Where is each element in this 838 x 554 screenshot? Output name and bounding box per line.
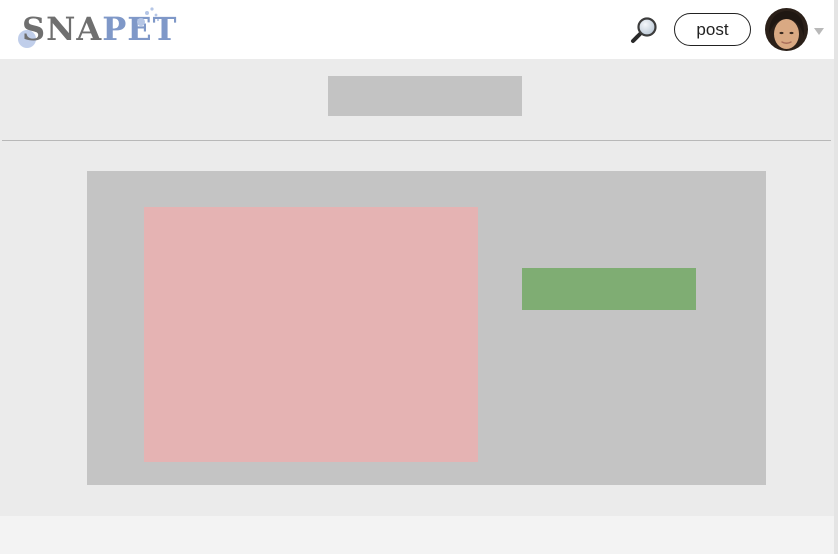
post-button[interactable]: post <box>674 13 751 46</box>
scrollbar[interactable] <box>834 0 838 554</box>
top-header: SNAPET post <box>0 0 834 59</box>
logo-text-sna: SNA <box>22 10 103 48</box>
avatar-image <box>765 8 808 51</box>
avatar[interactable] <box>765 8 808 51</box>
logo-sparkle-icon <box>137 7 160 26</box>
image-placeholder <box>144 207 478 462</box>
page-title-placeholder <box>328 76 522 116</box>
content-panel <box>87 171 766 485</box>
main-content <box>0 59 834 516</box>
action-button-placeholder[interactable] <box>522 268 696 310</box>
caret-down-icon[interactable] <box>814 28 824 35</box>
divider <box>2 140 831 141</box>
search-icon[interactable] <box>630 16 658 44</box>
snapet-logo[interactable]: SNAPET <box>14 6 176 52</box>
